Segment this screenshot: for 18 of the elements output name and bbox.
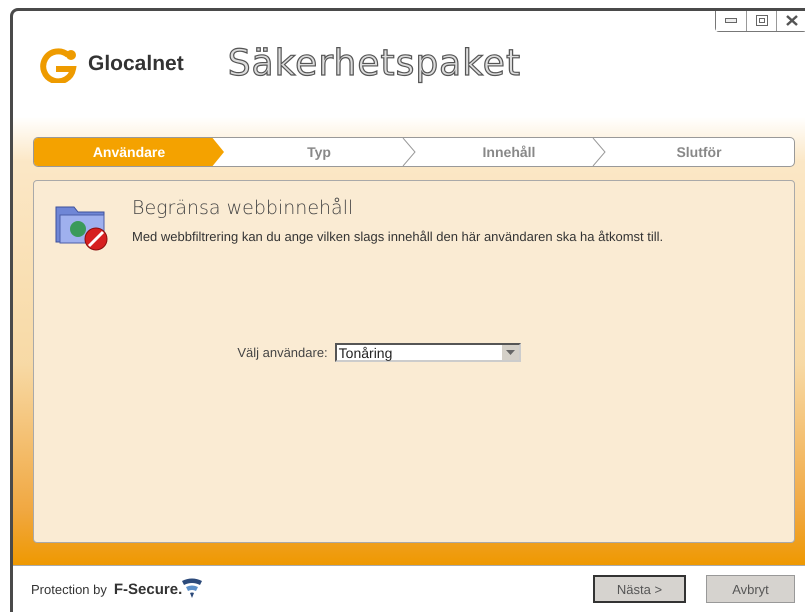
brand-name: Glocalnet: [88, 52, 184, 76]
protection-label: Protection by: [31, 582, 107, 596]
close-icon: [784, 15, 798, 26]
maximize-icon: [756, 15, 768, 26]
field-label: Välj användare:: [237, 345, 328, 360]
wizard-step: Användare: [34, 138, 224, 166]
wizard-step: Slutför: [604, 138, 794, 166]
panel-description: Med webbfiltrering kan du ange vilken slags innehåll den här användaren ska ha åtkomst till.: [132, 229, 664, 245]
panel-heading: Begränsa webbinnehåll: [132, 197, 354, 219]
app-title: Säkerhetspaket: [228, 43, 522, 84]
user-dropdown[interactable]: Tonåring: [334, 343, 521, 362]
vendor-name: F-Secure.: [114, 580, 182, 598]
cancel-button[interactable]: Avbryt: [706, 575, 795, 603]
wizard-step: Innehåll: [414, 138, 604, 166]
next-button[interactable]: Nästa >: [593, 575, 686, 603]
wizard-step: Typ: [224, 138, 414, 166]
close-button[interactable]: [776, 11, 805, 31]
minimize-icon: [725, 18, 737, 24]
